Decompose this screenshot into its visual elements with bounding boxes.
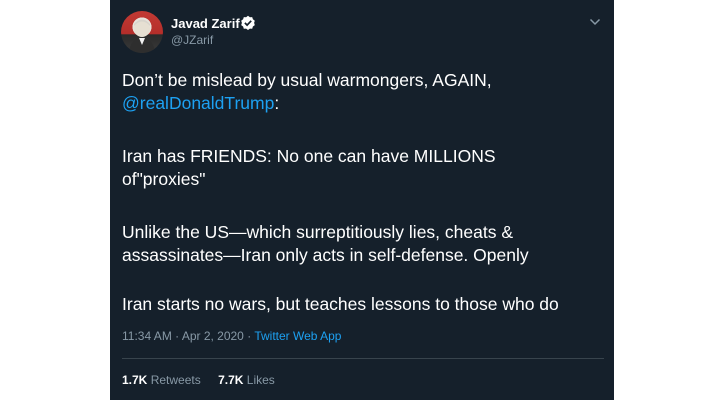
tweet-timestamp[interactable]: 11:34 AM · Apr 2, 2020 · (122, 329, 254, 343)
tweet-text-line: of"proxies" (122, 169, 206, 189)
author-name[interactable]: Javad Zarif (171, 16, 240, 31)
avatar-portrait-icon (129, 19, 155, 53)
likes-count: 7.7K (218, 373, 244, 387)
retweets-stat[interactable]: 1.7K Retweets (122, 373, 201, 387)
tweet-text-line: Iran has FRIENDS: No one can have MILLIO… (122, 146, 496, 166)
verified-badge-icon (241, 15, 255, 30)
retweets-count: 1.7K (122, 373, 148, 387)
tweet-text-line: @realDonaldTrump: (122, 92, 279, 114)
tweet-metadata: 11:34 AM · Apr 2, 2020 · Twitter Web App (122, 329, 341, 343)
tweet-text-line: Unlike the US—which surreptitiously lies… (122, 222, 513, 242)
divider (122, 358, 604, 359)
avatar[interactable] (121, 11, 163, 53)
engagement-stats: 1.7K Retweets 7.7K Likes (122, 373, 289, 387)
tweet-text-line: Don’t be mislead by usual warmongers, AG… (122, 70, 492, 90)
retweets-label: Retweets (150, 373, 201, 387)
chevron-down-icon[interactable] (589, 18, 601, 26)
tweet-text-line: Iran starts no wars, but teaches lessons… (122, 294, 559, 314)
tweet-text-line: assassinates—Iran only acts in self-defe… (122, 245, 529, 265)
mention-suffix: : (274, 93, 280, 113)
likes-label: Likes (246, 373, 275, 387)
mention-link[interactable]: @realDonaldTrump (122, 93, 274, 113)
author-handle[interactable]: @JZarif (171, 33, 213, 47)
likes-stat[interactable]: 7.7K Likes (218, 373, 275, 387)
source-app-link[interactable]: Twitter Web App (254, 329, 341, 343)
